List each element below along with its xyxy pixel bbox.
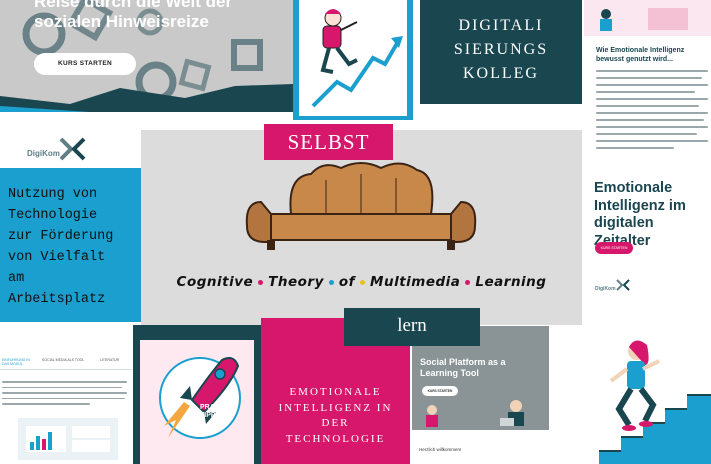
- digikom-logo-tile: DigiKom: [0, 122, 141, 168]
- digitalisierungskolleg-tile: DIGITALI SIERUNGS KOLLEG: [420, 0, 582, 104]
- college-title-line: KOLLEG: [463, 65, 539, 82]
- tab-literature[interactable]: LITERATUR: [100, 358, 130, 362]
- college-title-line: DIGITALI: [458, 17, 544, 34]
- tab-social-media[interactable]: SOCIAL MEDIA ALS TOOL: [42, 358, 86, 362]
- start-course-button[interactable]: KURS STARTEN: [595, 242, 633, 254]
- diversity-title-line: Nutzung von: [8, 187, 98, 202]
- welcome-text: Herzlich willkommen!: [419, 447, 462, 452]
- sofa-caption: Cognitive Theory of Multimedia Learning: [149, 274, 574, 290]
- ei-heading-line: Emotionale: [594, 180, 673, 196]
- eit-title-line: EMOTIONALE: [289, 386, 382, 398]
- caption-word: Cognitive: [176, 274, 254, 290]
- eit-title-line: DER: [321, 417, 350, 429]
- course-tile-social-cues[interactable]: Reise durch die Welt der sozialen Hinwei…: [0, 0, 293, 112]
- ei-heading-line: Intelligenz im: [594, 197, 686, 214]
- diversity-title-line: Arbeitsplatz: [8, 292, 106, 307]
- tab-introduction[interactable]: EINFÜHRUNG IN DAS MODUL: [2, 358, 34, 366]
- person-sitting-illustration: [600, 8, 688, 31]
- diversity-title-line: Technologie: [8, 208, 98, 223]
- caption-word: Theory: [268, 274, 324, 290]
- climber-illustration-tile: [293, 0, 413, 120]
- social-platform-title: Social Platform as a Learning Tool: [420, 357, 506, 378]
- caption-dot: [360, 279, 366, 285]
- selbst-label-tile: SELBST: [264, 124, 393, 160]
- caption-dot: [328, 279, 334, 285]
- article-heading: Wie Emotionale Intelligenz bewusst genut…: [596, 47, 685, 63]
- module-body-text: [2, 381, 127, 409]
- digikom-logo-text: DigiKom: [27, 149, 60, 158]
- diversity-technology-tile: Nutzung von Technologie zur Förderung vo…: [0, 168, 141, 322]
- module-webpage-tile[interactable]: EINFÜHRUNG IN DAS MODUL SOCIAL MEDIA ALS…: [0, 325, 132, 464]
- digikom-x-logo-icon: [59, 137, 86, 161]
- woman-running-up-stairs-icon: [549, 325, 711, 464]
- emotional-intelligence-digital-age-tile[interactable]: Emotionale Intelligenz im digitalen Zeit…: [584, 168, 711, 325]
- module-tabs: EINFÜHRUNG IN DAS MODUL SOCIAL MEDIA ALS…: [0, 355, 132, 370]
- praxis-tipp-line: PRAXIS-: [200, 404, 229, 411]
- diversity-title-line: zur Förderung: [8, 229, 114, 244]
- person-climbing-arrow-icon: [311, 9, 403, 108]
- article-header-illustration: [584, 0, 711, 36]
- caption-word: Multimedia: [370, 274, 461, 290]
- rocket-icon: [159, 357, 241, 439]
- article-body-text: [596, 70, 708, 154]
- dashboard-illustration: [18, 418, 118, 460]
- caption-word: of: [338, 274, 356, 290]
- praxis-tipp-label: PRAXIS- TIPP: [200, 404, 228, 420]
- digikom-logo-text: DigiKom: [595, 286, 616, 292]
- runner-stairs-illustration-tile: [549, 325, 711, 464]
- college-title-line: SIERUNGS: [453, 41, 549, 58]
- eit-title-line: INTELLIGENZ IN: [278, 401, 393, 414]
- caption-dot: [258, 279, 264, 285]
- praxis-tipp-line: TIPP: [200, 412, 216, 419]
- digikom-x-logo-icon: [616, 279, 630, 291]
- start-course-button[interactable]: KURS STARTEN: [422, 386, 458, 396]
- diversity-title-line: am: [8, 271, 25, 286]
- social-platform-footer: Herzlich willkommen!: [412, 430, 549, 464]
- lern-label-tile: lern: [344, 308, 480, 346]
- course-title: Reise durch die Welt der sozialen Hinwei…: [34, 0, 233, 31]
- praxis-tipp-rocket-tile: PRAXIS- TIPP: [133, 325, 261, 464]
- caption-word: Learning: [475, 274, 547, 290]
- emotional-intelligence-article-tile[interactable]: Wie Emotionale Intelligenz bewusst genut…: [584, 0, 711, 168]
- diversity-title-line: von Vielfalt: [8, 250, 106, 265]
- eit-title-line: TECHNOLOGIE: [285, 432, 386, 445]
- caption-dot: [465, 279, 471, 285]
- start-course-button[interactable]: KURS STARTEN: [34, 53, 136, 75]
